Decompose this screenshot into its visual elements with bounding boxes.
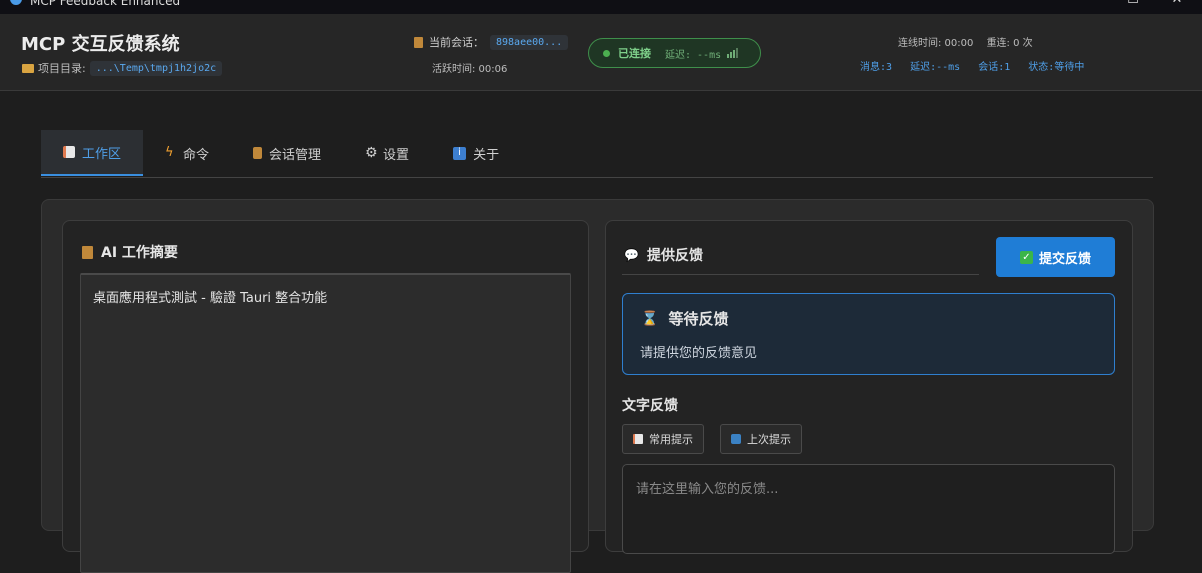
submit-label: 提交反馈: [1038, 251, 1091, 267]
folder-icon: [22, 63, 34, 73]
text-feedback-label: 文字反馈: [622, 398, 678, 414]
status-dot-icon: [603, 49, 610, 57]
header: MCP 交互反馈系统 项目目录: ...\Temp\tmpj1h2jo2c 当前…: [0, 14, 1202, 91]
stat-state: 状态:等待中: [1028, 62, 1085, 73]
tab-commands[interactable]: ϟ 命令: [143, 130, 231, 176]
document-icon: [63, 146, 75, 158]
tab-label: 设置: [383, 147, 410, 163]
gear-icon: ⚙: [365, 145, 378, 161]
tab-settings[interactable]: ⚙ 设置: [343, 130, 431, 176]
online-time: 连线时间: 00:00: [898, 38, 974, 49]
latency-text: 延迟: --ms: [665, 49, 722, 61]
hourglass-icon: ⌛: [641, 310, 659, 327]
last-prompt-button[interactable]: 上次提示: [720, 424, 802, 454]
clipboard-icon: [253, 147, 263, 159]
tab-label: 命令: [183, 147, 210, 163]
maximize-icon[interactable]: ☐: [1126, 0, 1140, 7]
stats-line: 消息:3 延迟:--ms 会话:1 状态:等待中: [860, 58, 1096, 73]
project-label: 项目目录:: [38, 62, 86, 75]
stat-latency: 延迟:--ms: [910, 62, 961, 73]
submit-feedback-button[interactable]: ✓ 提交反馈: [996, 237, 1115, 277]
session-info: 当前会话： 898aee00... 活跃时间: 00:06: [414, 34, 569, 75]
session-id[interactable]: 898aee00...: [490, 34, 569, 50]
clipboard-icon: [414, 36, 423, 48]
title-bar: MCP Feedback Enhanced ☐ ✕: [0, 0, 1202, 14]
wait-description: 请提供您的反馈意见: [640, 346, 758, 361]
project-path: ...\Temp\tmpj1h2jo2c: [89, 60, 223, 76]
status-text: 已连接: [618, 47, 651, 60]
ai-summary-card: AI 工作摘要 桌面應用程式測試 - 驗證 Tauri 整合功能: [62, 220, 589, 573]
feedback-title: 💬 提供反馈: [624, 245, 703, 265]
waiting-status-box: ⌛ 等待反馈 请提供您的反馈意见: [622, 293, 1115, 375]
speech-bubble-icon: 💬: [624, 248, 639, 262]
clipboard-icon: [82, 245, 93, 259]
last-prompt-label: 上次提示: [747, 433, 791, 446]
wait-title-text: 等待反馈: [668, 310, 729, 328]
window-title: MCP Feedback Enhanced: [30, 0, 181, 8]
info-icon: i: [453, 146, 467, 160]
stat-sessions: 会话:1: [978, 62, 1011, 73]
tab-label: 工作区: [82, 146, 122, 162]
tab-session-management[interactable]: 会话管理: [231, 130, 343, 176]
summary-title-text: AI 工作摘要: [101, 245, 178, 261]
session-label: 当前会话：: [429, 36, 484, 49]
lightning-icon: ϟ: [165, 145, 174, 160]
tab-workspace[interactable]: 工作区: [41, 130, 144, 176]
divider: [622, 274, 979, 275]
feedback-card: 💬 提供反馈 ✓ 提交反馈 ⌛ 等待反馈 请提供您的反馈意见 文字反馈 常用提示…: [605, 220, 1133, 554]
common-prompts-button[interactable]: 常用提示: [622, 424, 704, 454]
signal-icon: [727, 48, 739, 58]
reconnect-count: 重连: 0 次: [986, 38, 1033, 49]
feedback-input[interactable]: [622, 464, 1115, 554]
tab-about[interactable]: i 关于: [431, 130, 521, 176]
feedback-title-text: 提供反馈: [646, 248, 703, 264]
common-prompts-label: 常用提示: [649, 433, 693, 446]
stat-messages: 消息:3: [860, 62, 893, 73]
project-row: 项目目录: ...\Temp\tmpj1h2jo2c: [22, 60, 223, 76]
tab-label: 关于: [473, 147, 500, 163]
connection-info: 连线时间: 00:00 重连: 0 次: [898, 34, 1043, 49]
document-icon: [633, 434, 643, 444]
connection-status-badge: 已连接 延迟: --ms: [588, 38, 761, 68]
active-time: 活跃时间: 00:06: [432, 64, 508, 75]
summary-content: 桌面應用程式測試 - 驗證 Tauri 整合功能: [80, 273, 571, 573]
app-icon: [10, 0, 22, 5]
check-icon: ✓: [1019, 250, 1033, 264]
app-title: MCP 交互反馈系统: [21, 34, 180, 55]
close-icon[interactable]: ✕: [1170, 0, 1184, 7]
wait-title: ⌛ 等待反馈: [641, 308, 728, 329]
tab-bar: 工作区 ϟ 命令 会话管理 ⚙ 设置 i 关于: [41, 130, 1153, 178]
summary-title: AI 工作摘要: [82, 242, 178, 262]
workspace-panel: AI 工作摘要 桌面應用程式測試 - 驗證 Tauri 整合功能 💬 提供反馈 …: [41, 199, 1154, 573]
tab-label: 会话管理: [269, 147, 322, 163]
refresh-icon: [731, 434, 741, 444]
